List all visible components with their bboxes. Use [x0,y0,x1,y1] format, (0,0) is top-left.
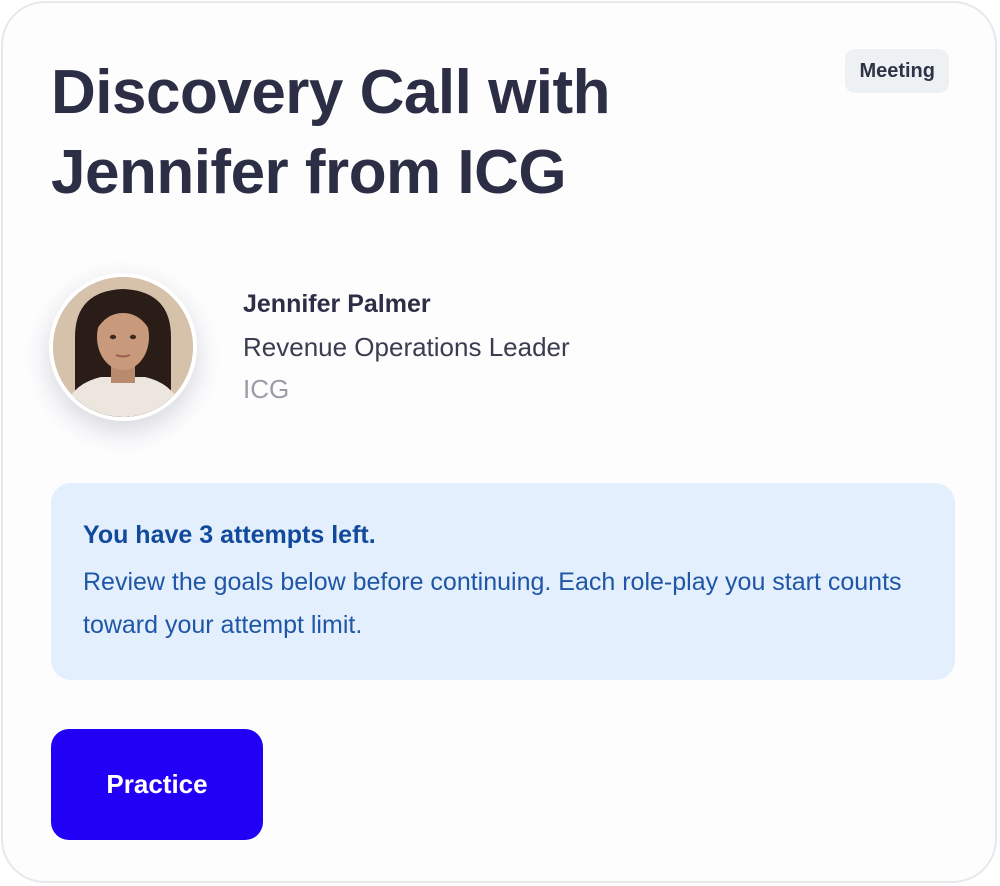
persona-role: Revenue Operations Leader [243,332,570,362]
persona-name: Jennifer Palmer [243,290,431,318]
scenario-title: Discovery Call with Jennifer from ICG [51,58,611,207]
practice-button[interactable]: Practice [51,729,263,840]
attempts-notice-body: Review the goals below before continuing… [83,568,902,639]
avatar-portrait-icon [53,277,193,417]
persona-company: ICG [243,374,290,404]
attempts-notice-title: You have 3 attempts left. [83,521,376,549]
avatar [49,273,197,421]
attempts-notice: You have 3 attempts left. Review the goa… [51,483,955,680]
scenario-card: Discovery Call with Jennifer from ICG Me… [1,1,997,883]
type-badge: Meeting [845,49,949,93]
